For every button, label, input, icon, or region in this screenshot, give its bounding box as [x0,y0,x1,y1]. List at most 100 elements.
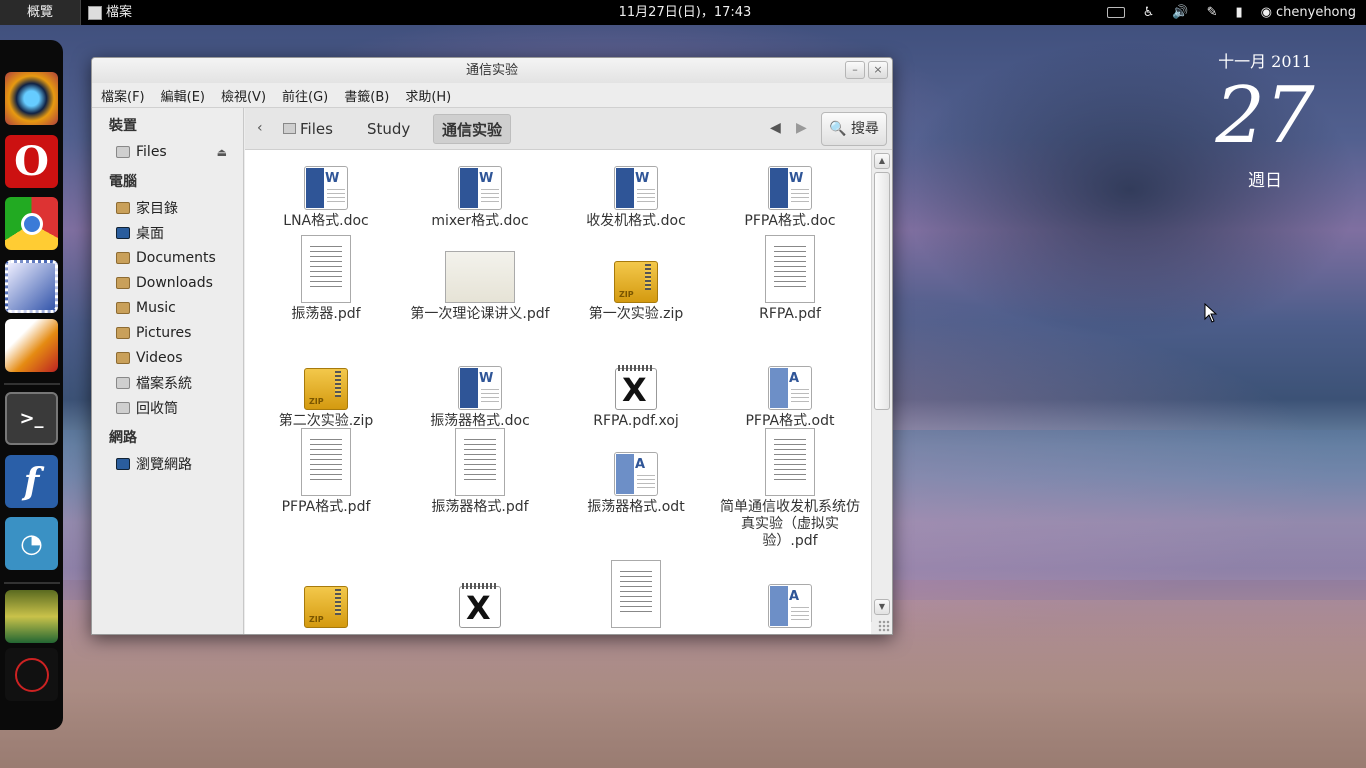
system-tray: ♿ 🔊 ✎ ▮ ◉ chenyehong [1106,0,1356,25]
menu-go[interactable]: 前往(G) [282,86,328,105]
volume-icon[interactable]: 🔊 [1172,5,1188,20]
files-app-icon [88,5,102,20]
computer-heading: 電腦 [109,174,137,190]
scrollbar-thumb[interactable] [874,172,890,410]
scroll-up-button[interactable]: ▲ [874,153,890,169]
file-item[interactable]: 振荡器.pdf [251,235,401,323]
sidebar-item-documents[interactable]: Documents [116,247,241,269]
evolution-icon[interactable] [5,260,58,313]
file-item[interactable]: Wmixer格式.doc [405,166,555,230]
folder-icon [116,252,130,264]
menu-file[interactable]: 檔案(F) [101,86,145,105]
file-name-label: PFPA格式.pdf [281,499,371,515]
minimize-button[interactable]: – [845,61,865,79]
keyboard-icon[interactable] [1106,7,1125,18]
sidebar-item-pictures[interactable]: Pictures [116,322,241,344]
file-manager-window: 通信实验 – × 檔案(F) 編輯(E) 檢視(V) 前往(G) 書籤(B) 求… [91,57,893,635]
sidebar-item-browse-network[interactable]: 瀏覽網路 [116,453,241,475]
file-item[interactable]: W LNA格式.doc [251,166,401,230]
clock[interactable]: 11月27日(日)，17:43 [560,0,810,25]
file-name-label: mixer格式.doc [431,213,529,229]
vertical-scrollbar[interactable]: ▲ ▼ [871,150,892,622]
file-item[interactable]: X [405,583,555,631]
file-item[interactable]: ZIP 第一次实验.zip [561,261,711,323]
menu-help[interactable]: 求助(H) [405,86,451,105]
scroll-down-button[interactable]: ▼ [874,599,890,615]
path-back-button[interactable]: ‹ [257,120,263,136]
file-item[interactable]: A [715,584,865,631]
matlab-icon[interactable] [5,319,58,372]
file-item[interactable]: A PFPA格式.odt [715,366,865,430]
odt-document-icon: A [768,366,812,410]
forward-arrow-icon[interactable]: ▶ [796,120,807,136]
file-item[interactable]: ZIP 第二次实验.zip [251,368,401,430]
sidebar-item-label: 回收筒 [136,401,178,417]
sidebar-item-trash[interactable]: 回收筒 [116,397,241,419]
file-name-label: 振荡器格式.odt [587,499,685,515]
opera-icon[interactable]: O [5,135,58,188]
photo-widget-icon[interactable] [5,590,58,643]
search-icon: 🔍 [829,121,847,137]
sidebar-item-label: Files [136,144,167,160]
sidebar-item-label: 瀏覽網路 [136,457,192,473]
file-name-label: 第一次实验.zip [588,306,684,322]
file-name-label: LNA格式.doc [283,213,369,229]
activities-button[interactable]: 概覽 [0,0,81,25]
user-menu[interactable]: ◉ chenyehong [1261,5,1356,20]
pidgin-icon[interactable]: ◔ [5,517,58,570]
pdf-document-icon [765,235,815,303]
close-button[interactable]: × [868,61,888,79]
file-item[interactable]: W 收发机格式.doc [561,166,711,230]
file-item[interactable]: W PFPA格式.doc [715,166,865,230]
fedora-icon[interactable]: f [5,455,58,508]
pen-icon[interactable]: ✎ [1207,5,1218,20]
app-indicator-icon[interactable] [5,648,58,701]
file-name-label: 振荡器.pdf [291,306,361,322]
app-menu[interactable]: 檔案 [82,0,132,25]
sidebar-item-music[interactable]: Music [116,297,241,319]
eye-of-gnome-icon[interactable] [5,72,58,125]
file-item[interactable] [561,560,711,631]
folder-icon [116,277,130,289]
file-name-label: PFPA格式.doc [744,213,836,229]
terminal-icon[interactable]: >_ [5,392,58,445]
file-item[interactable]: PFPA格式.pdf [251,428,401,516]
file-item[interactable]: X RFPA.pdf.xoj [561,365,711,430]
file-item[interactable]: 简单通信收发机系统仿真实验（虚拟实验）.pdf [715,428,865,550]
file-icon-view: W LNA格式.doc Wmixer格式.doc W 收发机格式.doc W PFPA格式.… [245,150,871,634]
sidebar-item-files[interactable]: Files ⏏ [116,141,241,163]
crumb-study[interactable]: Study [359,114,418,144]
accessibility-icon[interactable]: ♿ [1143,5,1155,20]
filesystem-icon [116,377,130,389]
crumb-files[interactable]: Files [275,114,341,144]
devices-heading: 裝置 [109,118,137,134]
sidebar-item-label: Pictures [136,325,192,341]
sidebar-item-desktop[interactable]: 桌面 [116,222,241,244]
menu-view[interactable]: 檢視(V) [221,86,266,105]
back-arrow-icon[interactable]: ◀ [770,120,781,136]
menu-bookmarks[interactable]: 書籤(B) [344,86,389,105]
sidebar-item-videos[interactable]: Videos [116,347,241,369]
menu-edit[interactable]: 編輯(E) [161,86,205,105]
file-item[interactable]: W 振荡器格式.doc [405,366,555,430]
sidebar-item-downloads[interactable]: Downloads [116,272,241,294]
date-widget: 十一月 2011 27 週日 [1200,48,1330,191]
battery-icon[interactable]: ▮ [1236,5,1243,20]
window-titlebar[interactable]: 通信实验 – × [92,58,892,83]
search-button[interactable]: 🔍 搜尋 [821,112,887,146]
trash-icon [116,402,130,414]
file-item[interactable]: 振荡器格式.pdf [405,428,555,516]
sidebar-item-filesystem[interactable]: 檔案系統 [116,372,241,394]
sidebar-item-home[interactable]: 家目錄 [116,197,241,219]
file-item[interactable]: RFPA.pdf [715,235,865,323]
resize-grip[interactable] [878,620,890,632]
eject-icon[interactable]: ⏏ [217,146,227,159]
zip-archive-icon: ZIP [304,368,348,410]
crumb-current[interactable]: 通信实验 [433,114,512,144]
file-item[interactable]: A 振荡器格式.odt [561,452,711,516]
file-item[interactable]: 第一次理论课讲义.pdf [405,251,555,323]
network-icon [116,458,130,470]
sidebar-item-label: Documents [136,250,216,266]
file-item[interactable]: ZIP [251,586,401,631]
chrome-icon[interactable] [5,197,58,250]
